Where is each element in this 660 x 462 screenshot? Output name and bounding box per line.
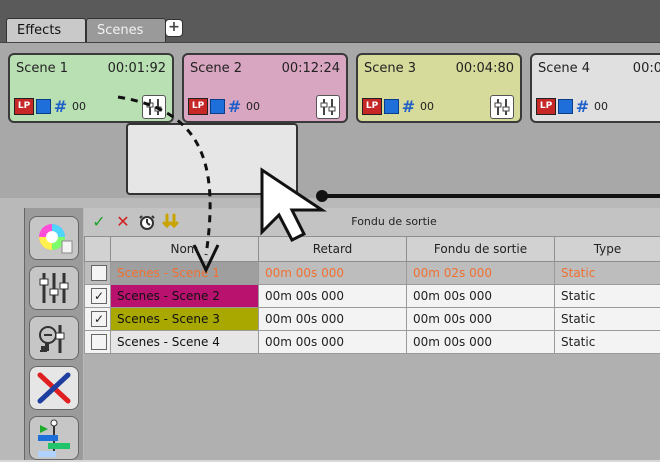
column-header-nom[interactable]: Nom (111, 237, 259, 262)
table-header-row: Nom Retard Fondu de sortie Type (85, 237, 660, 262)
scene-strip: Scene 1 00:01:92 LP # 00 Scene 2 00:12:2… (0, 42, 660, 200)
faders-icon[interactable] (490, 95, 514, 119)
fade-table: Nom Retard Fondu de sortie Type Scenes -… (84, 236, 660, 354)
scene-card-3[interactable]: Scene 3 00:04:80 LP # 00 (356, 53, 522, 123)
tab-strip: Effects Scenes + (0, 0, 660, 46)
row-fondu: 00m 00s 000 (407, 331, 555, 354)
scene-time: 00:12:24 (282, 61, 340, 76)
scene-name: Scene 3 (364, 61, 416, 76)
row-name: Scenes - Scene 4 (111, 331, 259, 354)
close-icon[interactable]: ✕ (114, 213, 132, 231)
row-checkbox[interactable]: ✓ (91, 288, 107, 304)
left-toolbar (24, 208, 83, 460)
scene-icons: LP # 00 (188, 97, 260, 115)
column-header-retard[interactable]: Retard (259, 237, 407, 262)
column-header-type[interactable]: Type (555, 237, 660, 262)
lp-icon: LP (188, 98, 208, 115)
add-tab-button[interactable]: + (165, 19, 183, 37)
table-row[interactable]: Scenes - Scene 4 00m 00s 000 00m 00s 000… (85, 331, 660, 354)
dimmer-tool-button[interactable] (29, 316, 79, 360)
tab-effects[interactable]: Effects (6, 18, 86, 43)
faders-tool-button[interactable] (29, 266, 79, 310)
scene-name: Scene 4 (538, 61, 590, 76)
row-fondu: 00m 00s 000 (407, 308, 555, 331)
crossfade-icon (30, 367, 78, 409)
alarm-icon[interactable] (138, 213, 156, 231)
toolbar-title: Fondu de sortie (274, 208, 514, 236)
color-wheel-tool-button[interactable] (29, 216, 79, 260)
crossfade-tool-button[interactable] (29, 366, 79, 410)
faders-icon[interactable] (142, 95, 166, 119)
timeline-icon (30, 417, 78, 459)
scene-time: 00:01:92 (108, 61, 166, 76)
scene-name: Scene 2 (190, 61, 242, 76)
row-checkbox[interactable] (91, 334, 107, 350)
row-type: Static (555, 331, 660, 354)
drag-drop-box[interactable] (126, 123, 298, 195)
fade-table-panel: ✓ ✕ Fondu de sortie (84, 208, 660, 460)
row-retard: 00m 00s 000 (259, 308, 407, 331)
color-wheel-icon (30, 217, 78, 259)
row-retard: 00m 00s 000 (259, 331, 407, 354)
row-type: Static (555, 285, 660, 308)
table-row[interactable]: ✓ Scenes - Scene 2 00m 00s 000 00m 00s 0… (85, 285, 660, 308)
table-row[interactable]: ✓ Scenes - Scene 3 00m 00s 000 00m 00s 0… (85, 308, 660, 331)
scene-count: 00 (594, 100, 608, 113)
row-checkbox[interactable] (91, 265, 107, 281)
scene-time: 00:0 (633, 61, 660, 76)
scene-card-4[interactable]: Scene 4 00:0 LP # 00 (530, 53, 660, 123)
hash-icon: # (401, 99, 416, 114)
row-retard: 00m 00s 000 (259, 285, 407, 308)
scene-count: 00 (72, 100, 86, 113)
arrows-down-icon[interactable] (162, 213, 180, 231)
faders-icon (30, 267, 78, 309)
scene-count: 00 (246, 100, 260, 113)
scene-icons: LP # 00 (536, 97, 608, 115)
row-fondu: 00m 02s 000 (407, 262, 555, 285)
table-row[interactable]: Scenes - Scene 1 00m 00s 000 00m 02s 000… (85, 262, 660, 285)
row-retard: 00m 00s 000 (259, 262, 407, 285)
dimmer-icon (30, 317, 78, 359)
row-type: Static (555, 262, 660, 285)
square-icon (558, 99, 573, 114)
hash-icon: # (53, 99, 68, 114)
scene-card-1[interactable]: Scene 1 00:01:92 LP # 00 (8, 53, 174, 123)
scene-icons: LP # 00 (362, 97, 434, 115)
square-icon (210, 99, 225, 114)
column-header-fondu[interactable]: Fondu de sortie (407, 237, 555, 262)
lp-icon: LP (14, 98, 34, 115)
column-header-check (85, 237, 111, 262)
row-name: Scenes - Scene 1 (111, 262, 259, 285)
scene-name: Scene 1 (16, 61, 68, 76)
table-toolbar: ✓ ✕ Fondu de sortie (84, 208, 660, 237)
bottom-panel: ✓ ✕ Fondu de sortie (0, 198, 660, 460)
square-icon (36, 99, 51, 114)
hash-icon: # (575, 99, 590, 114)
row-fondu: 00m 00s 000 (407, 285, 555, 308)
lp-icon: LP (362, 98, 382, 115)
scene-time: 00:04:80 (456, 61, 514, 76)
row-name: Scenes - Scene 3 (111, 308, 259, 331)
scene-count: 00 (420, 100, 434, 113)
scene-icons: LP # 00 (14, 97, 86, 115)
tab-scenes[interactable]: Scenes (86, 18, 166, 43)
row-type: Static (555, 308, 660, 331)
check-icon[interactable]: ✓ (90, 213, 108, 231)
faders-icon[interactable] (316, 95, 340, 119)
row-checkbox[interactable]: ✓ (91, 311, 107, 327)
timeline-tool-button[interactable] (29, 416, 79, 460)
hash-icon: # (227, 99, 242, 114)
lp-icon: LP (536, 98, 556, 115)
row-name: Scenes - Scene 2 (111, 285, 259, 308)
scene-card-2[interactable]: Scene 2 00:12:24 LP # 00 (182, 53, 348, 123)
square-icon (384, 99, 399, 114)
